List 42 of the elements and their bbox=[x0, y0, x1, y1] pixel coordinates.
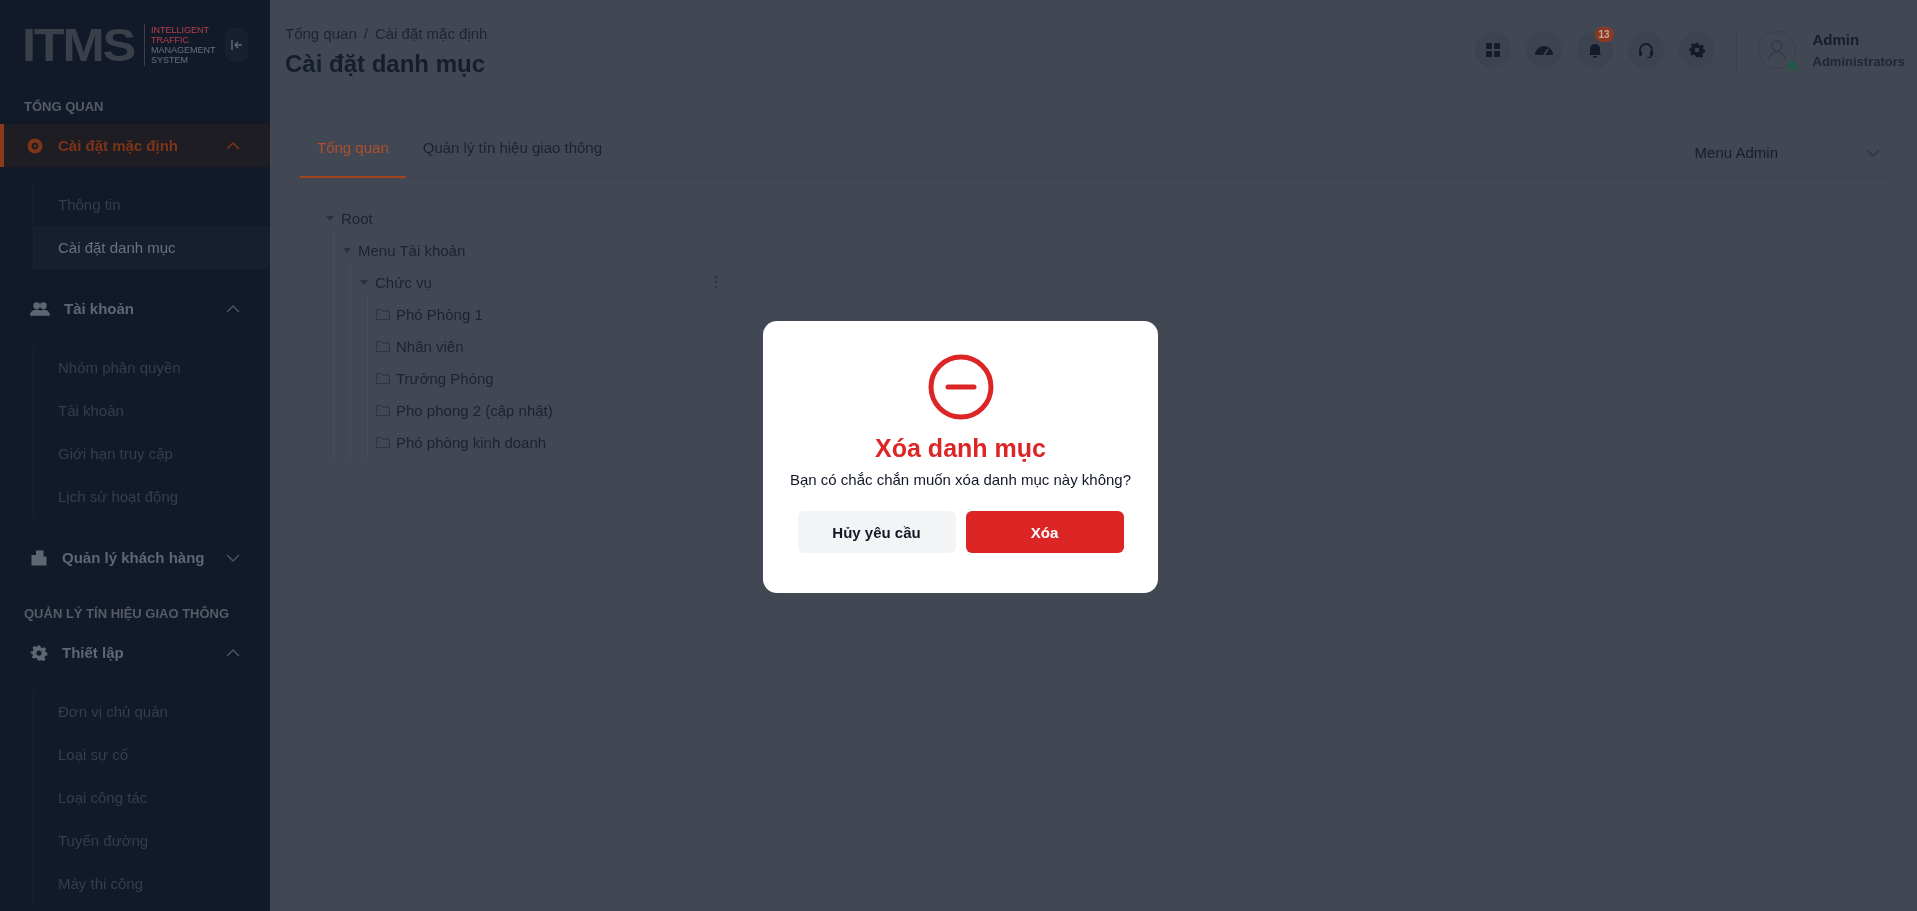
notifications-button[interactable] bbox=[1576, 32, 1613, 68]
caret-down-icon[interactable] bbox=[342, 245, 352, 255]
notification-count-badge: 13 bbox=[1594, 27, 1614, 42]
sidebar-menu-item[interactable]: Quản lý khách hàng bbox=[0, 536, 270, 579]
sidebar-section-title: TỔNG QUAN bbox=[23, 98, 105, 116]
sidebar-section-title: QUẢN LÝ TÍN HIỆU GIAO THÔNG bbox=[23, 605, 231, 623]
caret-down-icon[interactable] bbox=[359, 277, 369, 287]
dashboard-button[interactable] bbox=[1525, 32, 1562, 68]
chevron-down-icon bbox=[226, 553, 240, 562]
remove-circle-icon bbox=[927, 354, 994, 420]
settings-icon bbox=[1688, 42, 1705, 58]
speedometer-icon bbox=[1534, 44, 1553, 56]
chevron-up-icon bbox=[226, 648, 240, 657]
logo-tagline: INTELLIGENT bbox=[150, 25, 210, 35]
logo-tagline: TRAFFIC bbox=[150, 35, 190, 45]
sidebar-submenu-item[interactable]: Cài đặt danh mục bbox=[34, 226, 270, 269]
settings-icon bbox=[30, 643, 48, 662]
collapse-sidebar-button[interactable] bbox=[225, 28, 248, 62]
apps-grid-icon bbox=[1485, 43, 1500, 57]
sidebar-menu-item[interactable]: Thiết lập bbox=[0, 631, 270, 674]
chevron-up-icon bbox=[226, 141, 240, 150]
settings-button[interactable] bbox=[1678, 32, 1715, 68]
chevron-up-icon bbox=[226, 304, 240, 313]
apps-button[interactable] bbox=[1474, 32, 1511, 68]
dialog-message: Bạn có chắc chắn muốn xóa danh mục này không? bbox=[789, 471, 1132, 488]
sidebar-menu-item[interactable]: Tài khoản bbox=[0, 287, 270, 330]
sidebar-menu-item[interactable]: Cài đặt mặc định bbox=[0, 124, 270, 167]
collapse-icon bbox=[230, 39, 243, 51]
building-icon bbox=[30, 548, 48, 567]
cancel-button[interactable]: Hủy yêu cầu bbox=[797, 511, 956, 553]
headset-icon bbox=[1637, 42, 1654, 58]
logo-tagline: SYSTEM bbox=[150, 55, 189, 65]
delete-button[interactable]: Xóa bbox=[965, 511, 1124, 553]
users-icon bbox=[30, 299, 50, 318]
support-button[interactable] bbox=[1627, 32, 1664, 68]
settings-icon bbox=[26, 136, 44, 155]
breadcrumb-separator: / bbox=[363, 24, 368, 42]
bell-icon bbox=[1587, 42, 1602, 58]
logo-tagline: MANAGEMENT bbox=[150, 45, 216, 55]
caret-down-icon[interactable] bbox=[325, 213, 335, 223]
tab[interactable]: Tổng quan bbox=[300, 139, 406, 178]
dialog-title: Xóa danh mục bbox=[875, 434, 1046, 463]
